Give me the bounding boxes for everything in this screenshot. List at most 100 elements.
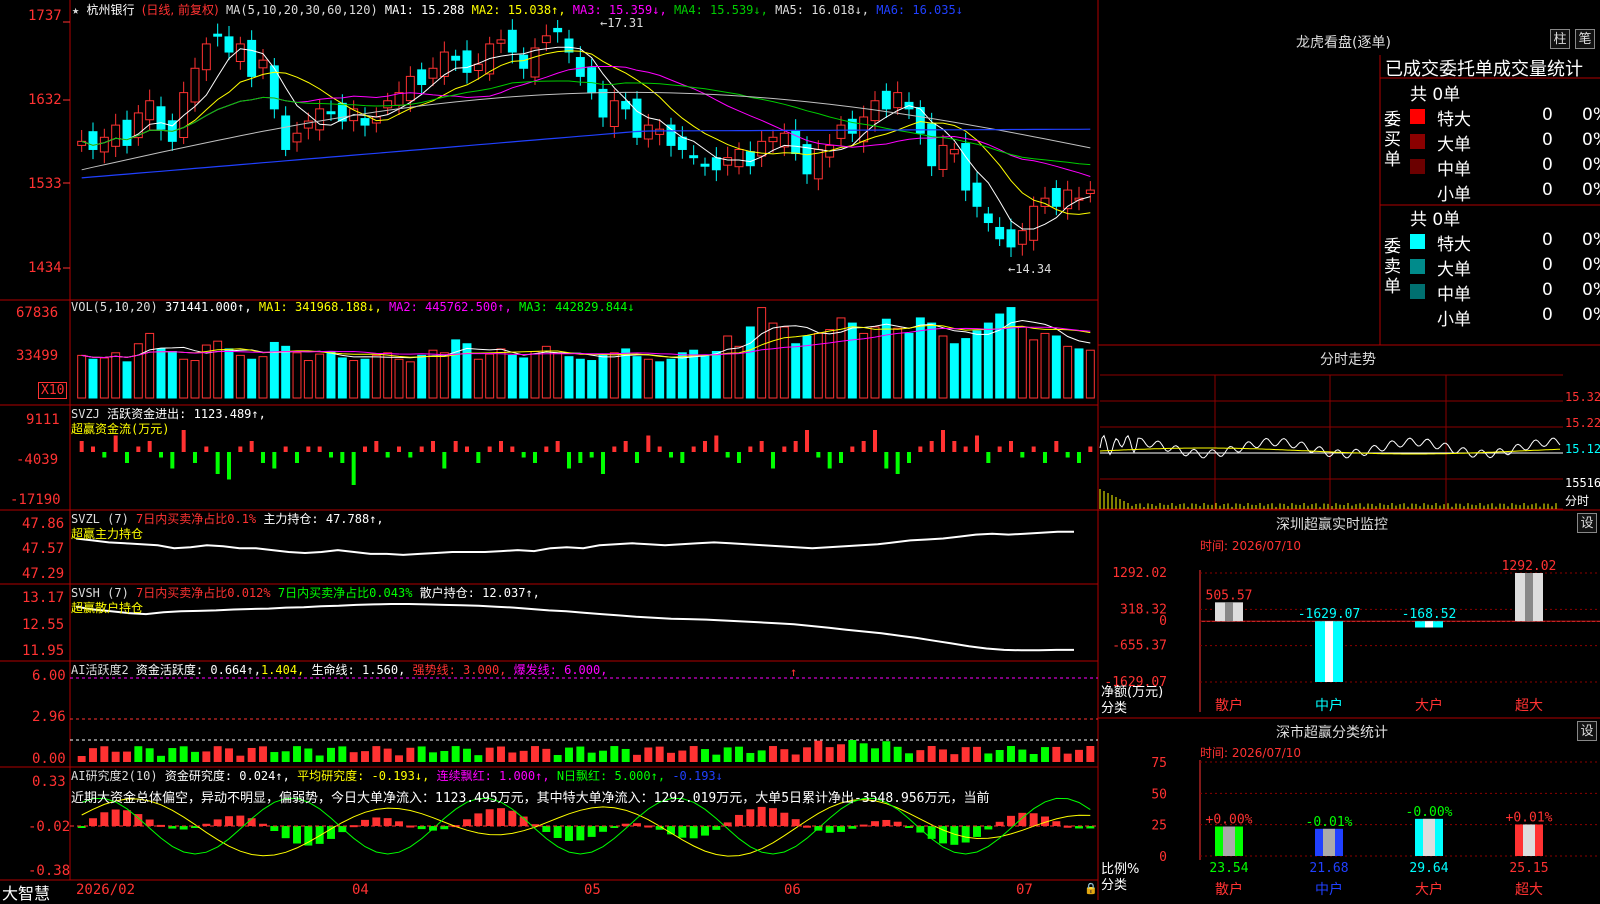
vol-unit-badge[interactable]: X10	[38, 382, 68, 399]
candle-down	[972, 182, 982, 207]
research-bar-red	[485, 809, 494, 826]
flow-out-bar	[669, 452, 673, 458]
research-bar-red	[395, 821, 403, 826]
svzl-sub: 超赢主力持仓	[71, 527, 144, 541]
classify-settings-button[interactable]: 设	[1577, 721, 1597, 741]
candle-down	[587, 67, 597, 94]
flow-out-bar	[816, 452, 821, 458]
ma6-readout: MA6: 16.035↓	[876, 3, 963, 17]
research-bar-red	[236, 815, 245, 826]
monitor-axis-label: -655.37	[1112, 639, 1167, 654]
flow-out-bar	[521, 452, 526, 458]
svzl-chart[interactable]	[75, 530, 1074, 556]
flow-in-bar	[555, 441, 560, 452]
price-chart[interactable]	[77, 19, 1095, 258]
research-bar-red	[213, 819, 222, 826]
ai1-axis-label: 0.00	[32, 751, 66, 767]
flow-in-bar	[850, 446, 855, 452]
order-size-label: 小单	[1437, 185, 1471, 205]
research-bar-red	[463, 819, 471, 826]
research-bar-green	[961, 826, 970, 843]
candle-down	[598, 88, 608, 118]
svzj-axis-label: 9111	[26, 412, 60, 428]
research-bar-red	[508, 810, 517, 826]
ma4-readout: MA4: 15.539↓,	[673, 3, 768, 17]
activity-bar-green	[610, 746, 619, 762]
flow-in-bar	[623, 441, 628, 452]
bar-view-button[interactable]: 柱	[1550, 29, 1570, 49]
ai-research-chart[interactable]	[70, 797, 1098, 857]
order-count: 0	[1542, 105, 1553, 125]
flow-out-bar	[261, 452, 265, 463]
flow-out-bar	[533, 452, 537, 463]
sell-side-label: 委卖单	[1384, 237, 1401, 297]
vol-bar-down	[122, 361, 132, 399]
order-percent: 0%	[1582, 180, 1600, 200]
activity-bar-green	[565, 747, 573, 762]
monitor-category: 中户	[1315, 697, 1343, 714]
monitor-chart[interactable]: 1292.02318.320-655.37-1629.07505.57散户-16…	[1104, 559, 1600, 714]
flow-in-bar	[181, 430, 186, 452]
price-axis-label: 1737	[28, 8, 62, 24]
classify-category: 超大	[1515, 882, 1543, 898]
ai1-axis-label: 2.96	[32, 709, 66, 725]
intraday-chart[interactable]	[1099, 374, 1563, 510]
vol-bar-up	[145, 332, 155, 399]
vol-bar-down	[519, 357, 529, 399]
chart-mode[interactable]: (日线, 前复权)	[142, 3, 219, 17]
ai1-axis-label: 6.00	[32, 668, 66, 684]
candle-up	[734, 148, 744, 168]
flow-in-bar	[793, 441, 798, 452]
flow-in-bar	[204, 446, 209, 452]
classify-change-label: -0.00%	[1406, 805, 1453, 820]
monitor-settings-button[interactable]: 设	[1577, 513, 1597, 533]
flow-in-bar	[873, 430, 877, 452]
vol-bar-down	[666, 358, 676, 399]
vol-bar-down	[677, 352, 687, 399]
research-bar-green	[973, 826, 981, 837]
vol-bar-down	[224, 348, 234, 399]
candle-up	[655, 128, 665, 135]
activity-bar-red	[259, 746, 267, 762]
flow-in-bar	[465, 446, 469, 452]
app-logo[interactable]: 大智慧	[2, 880, 50, 904]
activity-bar-red	[973, 746, 981, 762]
classify-chart[interactable]: 75 50 25 0 +0.00% 23.54 散户 -0.01% 21.68 中户 -0.00% 2…	[1151, 756, 1600, 898]
activity-bar-green	[757, 750, 766, 762]
candle-up	[859, 116, 869, 143]
stock-name[interactable]: 杭州银行	[86, 3, 134, 17]
ai-activity-chart[interactable]: ↑	[70, 665, 1098, 762]
ai2-axis-label: -0.38	[28, 863, 71, 879]
classify-time: 时间: 2026/07/10	[1200, 746, 1302, 760]
candle-up	[643, 124, 653, 140]
flow-in-bar	[1054, 441, 1059, 452]
svzj-chart[interactable]	[79, 430, 1093, 485]
order-size-label: 小单	[1437, 310, 1471, 330]
order-count: 0	[1542, 280, 1553, 300]
activity-bar-red	[655, 746, 664, 762]
activity-bar-red	[508, 752, 517, 762]
flow-out-bar	[351, 452, 356, 485]
lock-icon[interactable]: 🔒	[1084, 882, 1098, 895]
flow-out-bar	[215, 452, 220, 474]
classify-title: 深市超赢分类统计	[1276, 725, 1388, 741]
activity-bar-green	[338, 746, 347, 762]
vol-bar-down	[88, 358, 98, 399]
terminal-canvas: ↑ 1292.02318.320-655.37-1629.07505.57散户-…	[0, 0, 1600, 900]
svsh-chart[interactable]	[75, 603, 1074, 652]
favorite-star-icon[interactable]: ★	[72, 3, 79, 17]
research-bar-red	[746, 809, 755, 826]
candle-up	[836, 124, 846, 139]
research-bar-red	[735, 814, 743, 826]
candle-down	[281, 115, 291, 150]
research-bar-red	[247, 818, 256, 826]
monitor-bar-highlight	[1325, 621, 1333, 682]
activity-bar-red	[213, 746, 222, 762]
flow-in-bar	[419, 446, 424, 452]
flow-out-bar	[408, 452, 413, 458]
research-bar-red	[497, 808, 505, 826]
vol-bar-up	[485, 353, 495, 399]
vol-bar-up	[1063, 345, 1073, 399]
tick-view-button[interactable]: 笔	[1575, 29, 1595, 49]
volume-chart[interactable]	[77, 307, 1095, 399]
